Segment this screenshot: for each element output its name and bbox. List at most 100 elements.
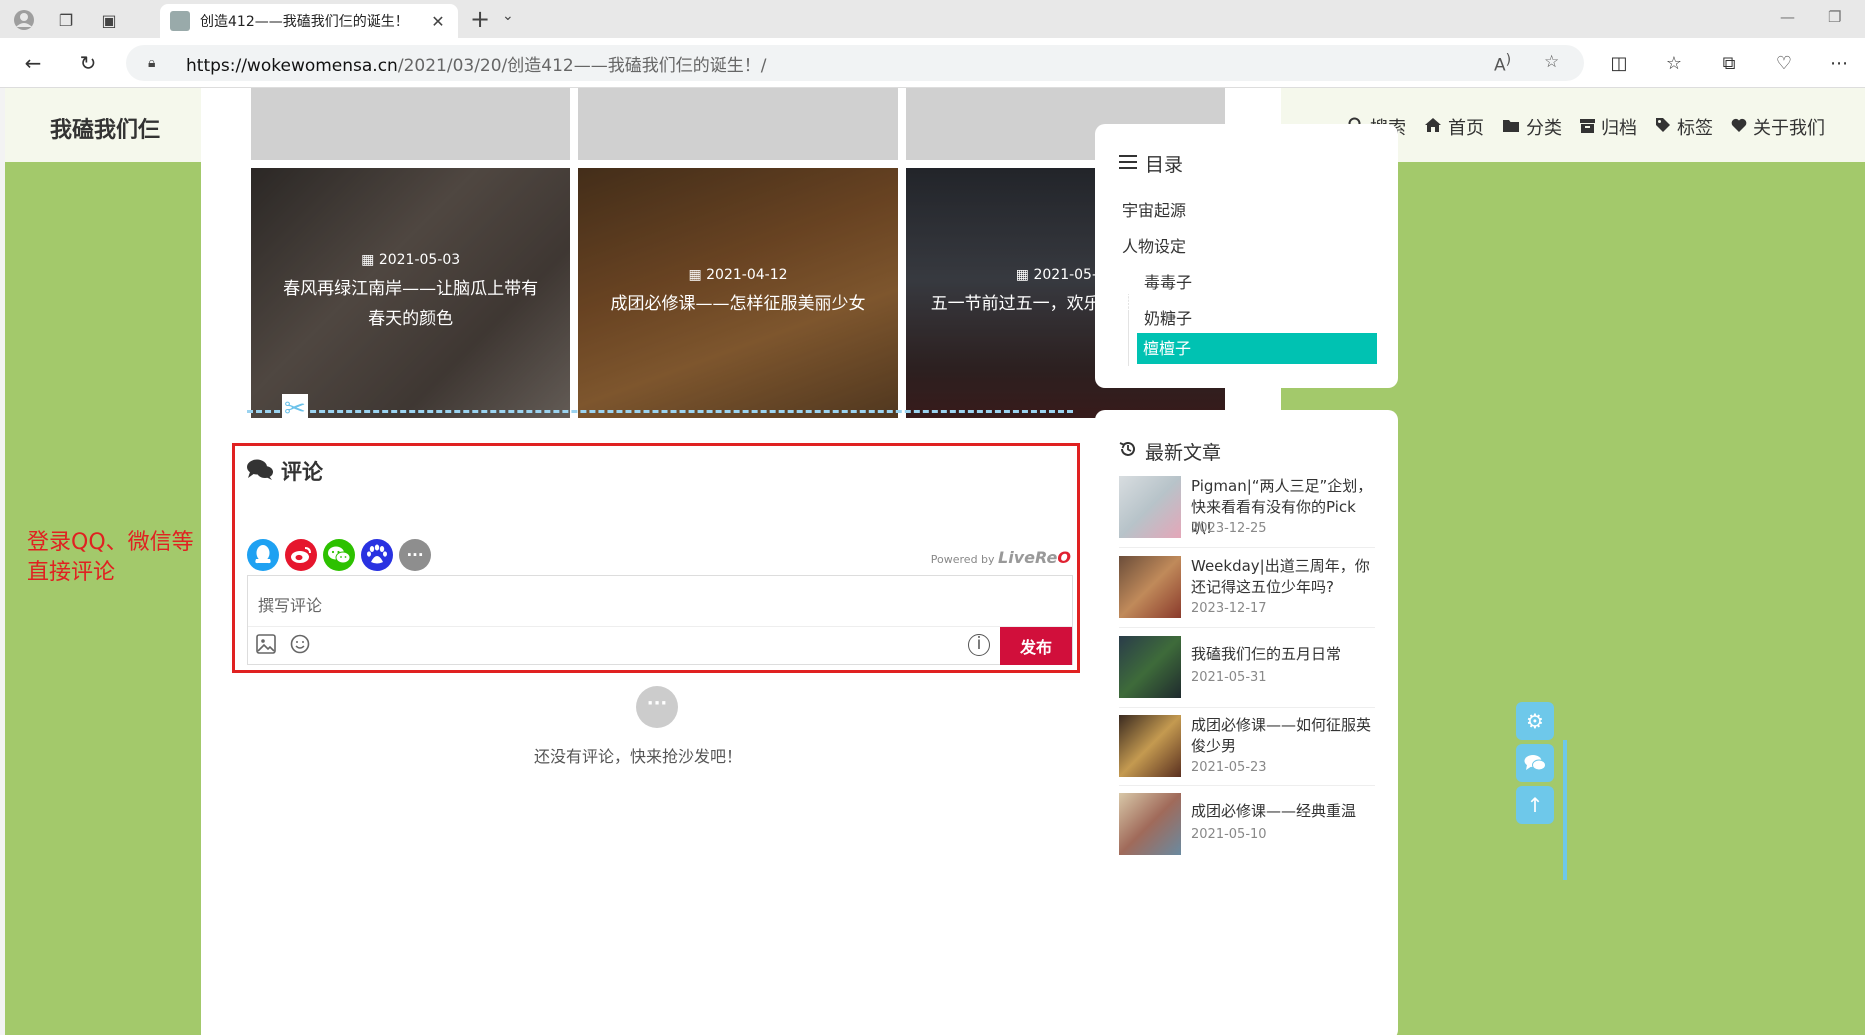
empty-comments-text: 还没有评论，快来抢沙发吧！ — [534, 747, 743, 766]
post-title[interactable]: 我磕我们仨的五月日常 — [1191, 644, 1373, 665]
post-title: 五一节前过五一，欢乐谷里享欢乐~ — [930, 294, 1200, 314]
profile-icon[interactable] — [10, 6, 38, 34]
calendar-icon: ▦ — [361, 252, 379, 268]
related-post-card[interactable]: ▦ 2021-04-12 成团必修课——怎样征服美丽少女 — [578, 168, 898, 418]
split-screen-icon[interactable]: ◫ — [1604, 48, 1634, 78]
comment-input[interactable]: 撰写评论 i 发布 — [247, 575, 1073, 665]
related-thumb[interactable] — [578, 88, 898, 160]
post-title: 成团必修课——怎样征服美丽少女 — [610, 294, 866, 314]
active-tab[interactable]: 创造412——我磕我们仨的诞生！ ✕ — [160, 4, 458, 38]
history-icon — [1119, 440, 1137, 463]
tab-actions-icon[interactable]: ▣ — [95, 6, 123, 34]
post-thumbnail[interactable] — [1119, 636, 1181, 698]
recent-post[interactable]: 成团必修课——如何征服英俊少男 2021-05-23 — [1119, 715, 1375, 777]
qq-login-icon[interactable] — [247, 539, 279, 571]
comment-section: 评论 ··· Powered by LiveReO 撰写评论 i 发布 — [232, 443, 1080, 673]
post-date: 2023-12-17 — [1191, 601, 1267, 616]
recent-posts-widget: 最新文章 Pigman|“两人三足”企划，快来看看有没有你的Pick叭! 202… — [1095, 410, 1398, 1035]
post-title[interactable]: Weekday|出道三周年，你还记得这五位少年吗? — [1191, 556, 1373, 598]
comments-float-button[interactable] — [1516, 744, 1554, 782]
divider — [1119, 785, 1375, 786]
social-login-buttons: ··· — [247, 539, 431, 571]
nav-about[interactable]: 关于我们 — [1731, 114, 1825, 140]
nav-archive[interactable]: 归档 — [1580, 114, 1637, 140]
home-icon — [1424, 117, 1442, 137]
toc-item[interactable]: 人物设定 — [1122, 233, 1186, 257]
calendar-icon: ▦ — [1015, 267, 1034, 283]
more-menu-icon[interactable]: ⋯ — [1824, 48, 1854, 78]
lock-icon[interactable]: 🔒︎ — [148, 55, 170, 71]
collections-icon[interactable]: ❐ — [52, 6, 80, 34]
post-date: 2021-05-23 — [1191, 760, 1267, 775]
info-icon[interactable]: i — [968, 634, 990, 656]
recent-heading: 最新文章 — [1119, 438, 1221, 465]
recent-post[interactable]: Pigman|“两人三足”企划，快来看看有没有你的Pick叭! 2023-12-… — [1119, 476, 1375, 538]
post-thumbnail[interactable] — [1119, 556, 1181, 618]
baidu-login-icon[interactable] — [361, 539, 393, 571]
tab-title: 创造412——我磕我们仨的诞生！ — [200, 14, 409, 30]
read-aloud-icon[interactable]: A) — [1494, 52, 1511, 76]
post-thumbnail[interactable] — [1119, 476, 1181, 538]
comment-placeholder: 撰写评论 — [258, 596, 323, 615]
recent-post[interactable]: Weekday|出道三周年，你还记得这五位少年吗? 2023-12-17 — [1119, 556, 1375, 618]
annotation-note: 登录QQ、微信等 直接评论 — [27, 530, 194, 585]
related-thumb[interactable] — [251, 88, 571, 160]
tab-favicon-icon — [170, 11, 190, 31]
nav-categories[interactable]: 分类 — [1502, 114, 1562, 140]
post-thumbnail[interactable] — [1119, 715, 1181, 777]
back-to-top-button[interactable]: ↑ — [1516, 786, 1554, 824]
recent-post[interactable]: 我磕我们仨的五月日常 2021-05-31 — [1119, 636, 1375, 698]
nav-home[interactable]: 首页 — [1424, 114, 1484, 140]
gear-icon: ⚙ — [1526, 709, 1544, 733]
post-title[interactable]: 成团必修课——经典重温 — [1191, 801, 1373, 822]
weibo-login-icon[interactable] — [285, 539, 317, 571]
related-posts-top-row — [251, 88, 1225, 160]
more-logins-icon[interactable]: ··· — [399, 539, 431, 571]
browser-essentials-icon[interactable]: ♡ — [1769, 48, 1799, 78]
minimize-icon[interactable]: — — [1780, 8, 1795, 26]
refresh-icon[interactable]: ↻ — [73, 48, 103, 78]
toc-heading: 目录 — [1119, 150, 1183, 177]
divider — [1119, 707, 1375, 708]
url-text[interactable]: https://wokewomensa.cn/2021/03/20/创造412—… — [186, 51, 766, 76]
favorite-star-icon[interactable]: ☆ — [1544, 52, 1559, 72]
related-posts: ▦ 2021-05-03 春风再绿江南岸——让脑瓜上带有春天的颜色 ▦ 2021… — [251, 168, 1225, 418]
heart-icon — [1731, 118, 1747, 137]
page-viewport: 我磕我们仨 搜索 首页 分类 — [5, 88, 1865, 1035]
comments-icon — [247, 458, 273, 485]
favorites-icon[interactable]: ☆ — [1659, 48, 1689, 78]
post-thumbnail[interactable] — [1119, 793, 1181, 855]
close-tab-icon[interactable]: ✕ — [428, 12, 448, 31]
settings-gear-button[interactable]: ⚙ — [1516, 702, 1554, 740]
address-bar[interactable]: 🔒︎ https://wokewomensa.cn/2021/03/20/创造4… — [126, 45, 1584, 81]
image-upload-icon[interactable] — [256, 634, 276, 659]
toc-widget: 目录 宇宙起源 人物设定 毒毒子 奶糖子 檀檀子 — [1095, 124, 1398, 388]
chevron-down-icon[interactable]: ⌄ — [502, 8, 514, 24]
nav-tags[interactable]: 标签 — [1655, 114, 1713, 140]
toc-item-active[interactable]: 檀檀子 — [1137, 333, 1377, 364]
scroll-indicator — [1563, 740, 1567, 880]
divider — [1119, 627, 1375, 628]
divider — [1119, 547, 1375, 548]
maximize-icon[interactable]: ❐ — [1828, 8, 1841, 26]
site-title[interactable]: 我磕我们仨 — [50, 112, 160, 144]
post-title[interactable]: 成团必修课——如何征服英俊少男 — [1191, 715, 1373, 757]
recent-post[interactable]: 成团必修课——经典重温 2021-05-10 — [1119, 793, 1375, 855]
comment-heading: 评论 — [247, 456, 323, 486]
empty-comments-icon: ··· — [636, 686, 678, 728]
emoji-icon[interactable] — [290, 634, 310, 659]
collections-toolbar-icon[interactable]: ⧉ — [1714, 48, 1744, 78]
post-date: 2021-05-31 — [1191, 670, 1267, 685]
publish-button[interactable]: 发布 — [1000, 627, 1072, 665]
related-post-card[interactable]: ▦ 2021-05-03 春风再绿江南岸——让脑瓜上带有春天的颜色 — [251, 168, 571, 418]
arrow-up-icon: ↑ — [1526, 793, 1544, 817]
new-tab-icon[interactable]: + — [466, 6, 494, 34]
toc-item[interactable]: 宇宙起源 — [1122, 197, 1186, 221]
folder-icon — [1502, 118, 1520, 137]
wechat-login-icon[interactable] — [323, 539, 355, 571]
back-icon[interactable]: ← — [18, 48, 48, 78]
livere-logo-icon: O — [1057, 548, 1071, 567]
browser-tab-bar: ❐ ▣ 创造412——我磕我们仨的诞生！ ✕ + ⌄ — ❐ — [0, 0, 1865, 38]
powered-by-livere[interactable]: Powered by LiveReO — [931, 548, 1071, 567]
post-date: ▦ 2021-05-03 — [361, 252, 461, 268]
